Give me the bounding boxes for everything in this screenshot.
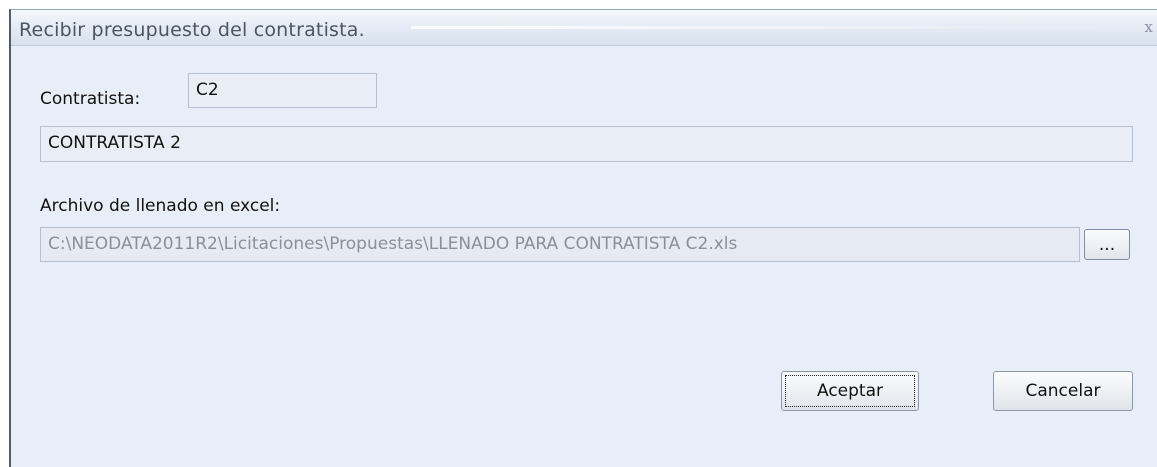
accept-button-label: Aceptar [817, 381, 883, 401]
cancel-button[interactable]: Cancelar [993, 371, 1133, 411]
archivo-path-field[interactable]: C:\NEODATA2011R2\Licitaciones\Propuestas… [40, 227, 1080, 262]
contratista-code-field[interactable]: C2 [188, 73, 377, 108]
accept-button[interactable]: Aceptar [781, 371, 919, 411]
contratista-label: Contratista: [40, 89, 141, 109]
cancel-button-label: Cancelar [1025, 381, 1101, 401]
browse-button-label: ... [1098, 234, 1116, 255]
dialog-window: Recibir presupuesto del contratista. x C… [9, 9, 1157, 467]
title-bar[interactable]: Recibir presupuesto del contratista. x [11, 10, 1157, 46]
archivo-label: Archivo de llenado en excel: [40, 196, 281, 216]
title-bar-highlight [411, 26, 1131, 29]
contratista-name-field[interactable]: CONTRATISTA 2 [40, 126, 1133, 162]
window-title: Recibir presupuesto del contratista. [19, 19, 365, 41]
close-icon[interactable]: x [1145, 18, 1153, 36]
browse-file-button[interactable]: ... [1084, 229, 1130, 260]
